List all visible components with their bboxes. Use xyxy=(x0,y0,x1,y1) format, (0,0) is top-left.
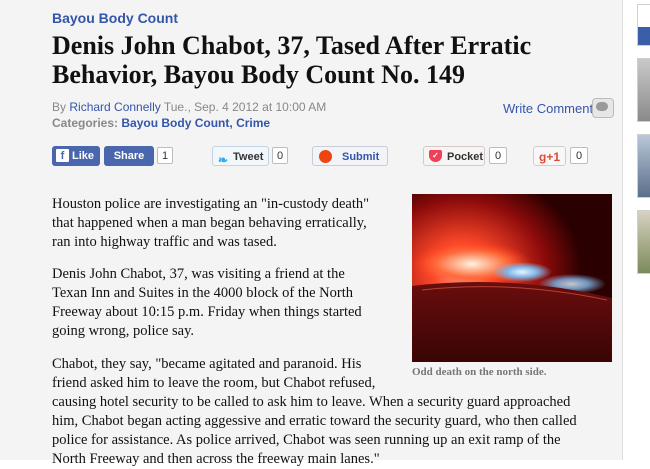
facebook-icon: f xyxy=(56,149,69,162)
author-link[interactable]: Richard Connelly xyxy=(69,100,160,114)
paragraph-line: Freeway about 10:15 p.m. Friday when thi… xyxy=(52,304,362,320)
rail-thumbnail[interactable] xyxy=(637,4,650,46)
tweet-button[interactable]: ❧ Tweet xyxy=(212,146,269,167)
paragraph-line: friend asked him to leave the room, but … xyxy=(52,375,376,391)
paragraph-line: going wrong, police say. xyxy=(52,323,195,339)
paragraph-line: police for assistance. As police arrived… xyxy=(52,432,561,448)
article-column: Bayou Body Count Denis John Chabot, 37, … xyxy=(0,0,622,467)
right-rail-thumbnails xyxy=(622,0,650,460)
facebook-share-count: 1 xyxy=(157,147,173,164)
police-lights-photo xyxy=(412,194,612,362)
facebook-like-button[interactable]: f Like xyxy=(52,146,100,166)
paragraph-line: him, Chabot began acting aggessive and e… xyxy=(52,413,577,429)
google-plus-count: 0 xyxy=(570,147,588,164)
facebook-like-label: Like xyxy=(72,150,95,162)
paragraph-line: Texan Inn and Suites in the 4000 block o… xyxy=(52,285,354,301)
category-link-crime[interactable]: Crime xyxy=(236,116,270,130)
byline-by: By xyxy=(52,100,67,114)
section-link[interactable]: Bayou Body Count xyxy=(52,10,178,26)
article-paragraph-2: Denis John Chabot, 37, was visiting a fr… xyxy=(52,265,402,341)
submit-label: Submit xyxy=(342,151,380,163)
paragraph-line: Chabot, they say, "became agitated and p… xyxy=(52,356,362,372)
categories-label: Categories: xyxy=(52,116,119,130)
rail-thumbnail[interactable] xyxy=(637,58,650,122)
pocket-icon: ✓ xyxy=(429,150,442,162)
byline: By Richard Connelly Tue., Sep. 4 2012 at… xyxy=(52,100,326,114)
pocket-label: Pocket xyxy=(447,151,484,163)
rail-thumbnail[interactable] xyxy=(637,210,650,274)
rail-thumbnail[interactable] xyxy=(637,134,650,198)
twitter-bird-icon: ❧ xyxy=(218,153,229,167)
tweet-count: 0 xyxy=(272,147,288,164)
paragraph-line: causing hotel security to be called to a… xyxy=(52,394,571,410)
article-headline: Denis John Chabot, 37, Tased After Errat… xyxy=(52,31,532,89)
publish-date: Tue., Sep. 4 2012 at 10:00 AM xyxy=(163,100,327,114)
stumbleupon-icon xyxy=(319,150,332,163)
categories-line: Categories: Bayou Body Count, Crime xyxy=(52,116,270,130)
comment-bubble-icon[interactable] xyxy=(592,98,614,118)
article-paragraph-3: Chabot, they say, "became agitated and p… xyxy=(52,355,617,469)
stumbleupon-submit-button[interactable]: Submit xyxy=(312,146,388,166)
paragraph-line: ran into highway traffic and was tased. xyxy=(52,234,277,250)
pocket-count: 0 xyxy=(489,147,507,164)
category-link-bayou-body-count[interactable]: Bayou Body Count xyxy=(121,116,229,130)
tweet-label: Tweet xyxy=(233,151,264,163)
paragraph-line: that happened when a man began behaving … xyxy=(52,215,367,231)
paragraph-line: Houston police are investigating an "in-… xyxy=(52,196,370,212)
facebook-share-button[interactable]: Share xyxy=(104,146,154,166)
share-bar: f Like Share 1 ❧ Tweet 0 Submit ✓ Pocket… xyxy=(52,146,612,168)
category-separator: , xyxy=(229,116,233,130)
write-comment-link[interactable]: Write Comment xyxy=(503,101,593,116)
pocket-button[interactable]: ✓ Pocket xyxy=(423,146,485,166)
paragraph-line: Denis John Chabot, 37, was visiting a fr… xyxy=(52,266,345,282)
article-paragraph-1: Houston police are investigating an "in-… xyxy=(52,195,402,252)
google-plus-button[interactable]: g+1 xyxy=(533,146,566,166)
